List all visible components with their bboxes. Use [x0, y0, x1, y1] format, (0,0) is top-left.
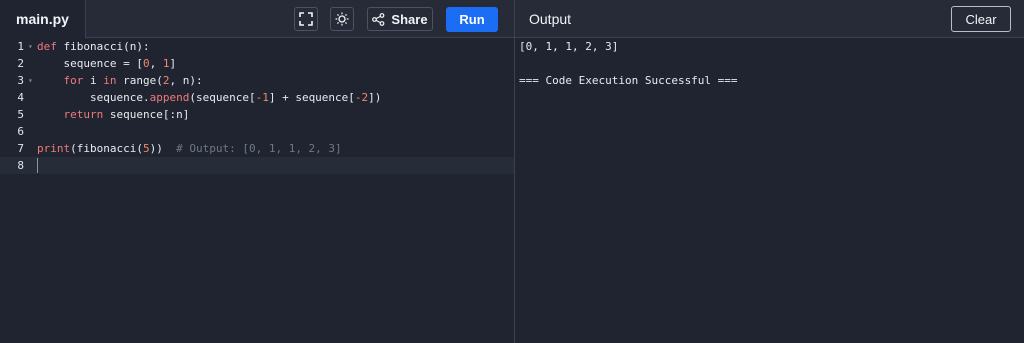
- fullscreen-icon: [299, 12, 313, 26]
- theme-toggle-button[interactable]: [330, 7, 354, 31]
- text-cursor: [37, 158, 38, 173]
- share-icon: [372, 12, 385, 26]
- fold-arrow-icon[interactable]: ▾: [28, 38, 33, 55]
- output-line: === Code Execution Successful ===: [519, 74, 738, 87]
- line-number: 1: [17, 40, 24, 53]
- code-line: 3 ▾ for i in range(2, n):: [0, 72, 514, 89]
- code-text: print(fibonacci(5)) # Output: [0, 1, 1, …: [37, 142, 342, 155]
- line-number: 5: [17, 108, 24, 121]
- editor-panel: main.py Share Run 1 ▾ def fibonacci(n): …: [0, 0, 514, 343]
- output-title: Output: [529, 11, 572, 27]
- line-number: 6: [17, 125, 24, 138]
- output-line: [0, 1, 1, 2, 3]: [519, 40, 619, 53]
- editor-toolbar: main.py Share Run: [0, 0, 514, 39]
- share-button[interactable]: Share: [367, 7, 433, 31]
- code-line: 5 return sequence[:n]: [0, 106, 514, 123]
- fullscreen-button[interactable]: [294, 7, 318, 31]
- line-number: 8: [17, 159, 24, 172]
- code-line: 7 print(fibonacci(5)) # Output: [0, 1, 1…: [0, 140, 514, 157]
- code-line-active: 8: [0, 157, 514, 174]
- code-text: sequence.append(sequence[-1] + sequence[…: [37, 91, 382, 104]
- line-number: 3: [17, 74, 24, 87]
- code-line: 4 sequence.append(sequence[-1] + sequenc…: [0, 89, 514, 106]
- code-line: 6: [0, 123, 514, 140]
- line-number: 2: [17, 57, 24, 70]
- output-toolbar: Output Clear: [515, 0, 1024, 38]
- code-text: def fibonacci(n):: [37, 40, 150, 53]
- output-console: [0, 1, 1, 2, 3] === Code Execution Succe…: [519, 38, 1019, 343]
- code-text: for i in range(2, n):: [63, 74, 203, 87]
- clear-button[interactable]: Clear: [951, 6, 1011, 32]
- fold-arrow-icon[interactable]: ▾: [28, 72, 33, 89]
- code-line: 1 ▾ def fibonacci(n):: [0, 38, 514, 55]
- code-text: return sequence[:n]: [63, 108, 190, 121]
- code-line: 2 sequence = [0, 1]: [0, 55, 514, 72]
- tab-main-py[interactable]: main.py: [0, 0, 86, 39]
- share-label: Share: [391, 11, 428, 27]
- code-editor[interactable]: 1 ▾ def fibonacci(n): 2 sequence = [0, 1…: [0, 38, 514, 343]
- code-text: sequence = [0, 1]: [37, 57, 177, 70]
- run-button[interactable]: Run: [446, 7, 498, 32]
- line-number: 4: [17, 91, 24, 104]
- line-number: 7: [17, 142, 24, 155]
- sun-icon: [335, 12, 349, 26]
- output-panel: Output Clear [0, 1, 1, 2, 3] === Code Ex…: [514, 0, 1024, 343]
